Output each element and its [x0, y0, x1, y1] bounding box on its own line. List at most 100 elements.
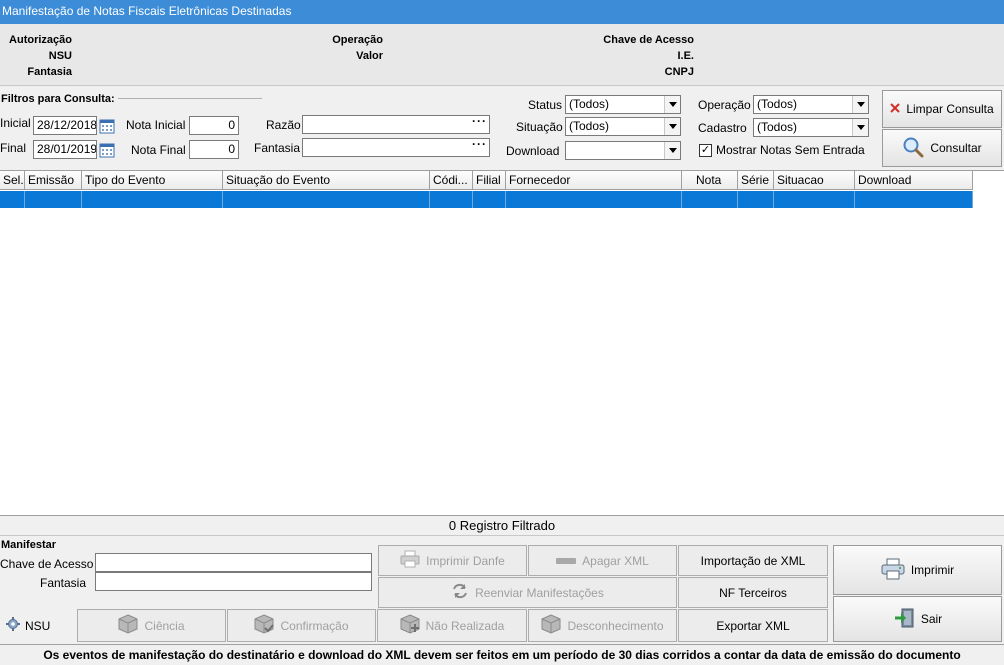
column-header-codigo[interactable]: Códi... [430, 171, 473, 190]
apagar-xml-button[interactable]: Apagar XML [528, 545, 677, 576]
column-header-filial[interactable]: Filial [473, 171, 506, 190]
table-cell[interactable] [473, 191, 506, 208]
table-cell[interactable] [774, 191, 855, 208]
column-header-situacao-evento[interactable]: Situação do Evento [223, 171, 430, 190]
chevron-down-icon[interactable] [664, 96, 680, 113]
nao-realizada-button[interactable]: Não Realizada [377, 609, 527, 642]
inicial-date-input[interactable]: 28/12/2018 [33, 116, 97, 135]
cadastro-select[interactable]: (Todos) [753, 118, 869, 137]
table-cell[interactable] [738, 191, 774, 208]
imprimir-danfe-button[interactable]: Imprimir Danfe [378, 545, 527, 576]
grid-header: Sel. Emissão Tipo do Evento Situação do … [0, 171, 973, 190]
cnpj-label: CNPJ [664, 66, 694, 78]
situacao-select[interactable]: (Todos) [565, 117, 681, 136]
exportar-xml-label: Exportar XML [716, 618, 790, 633]
manifestar-fantasia-input[interactable] [95, 572, 372, 591]
status-label: Status [528, 98, 563, 112]
filters-title: Filtros para Consulta: [1, 93, 115, 105]
nota-final-label: Nota Final [131, 143, 186, 157]
column-header-fornecedor[interactable]: Fornecedor [506, 171, 682, 190]
package-icon [118, 614, 138, 637]
consultar-button[interactable]: Consultar [882, 129, 1002, 167]
nf-terceiros-button[interactable]: NF Terceiros [678, 577, 828, 608]
reenviar-manifestacoes-button[interactable]: Reenviar Manifestações [378, 577, 677, 608]
chevron-down-icon[interactable] [664, 118, 680, 135]
razao-lookup-button[interactable]: ··· [472, 116, 487, 130]
nf-terceiros-label: NF Terceiros [719, 585, 787, 600]
column-header-nota[interactable]: Nota [682, 171, 738, 190]
download-select[interactable] [565, 141, 681, 160]
exportar-xml-button[interactable]: Exportar XML [678, 609, 828, 642]
final-date-input[interactable]: 28/01/2019 [33, 140, 97, 159]
table-cell[interactable] [430, 191, 473, 208]
fantasia-lookup-button[interactable]: ··· [472, 139, 487, 153]
imprimir-label: Imprimir [910, 563, 955, 577]
exit-icon [893, 607, 915, 632]
imprimir-danfe-label: Imprimir Danfe [426, 553, 505, 568]
confirmacao-button[interactable]: Confirmação [227, 609, 376, 642]
gear-icon [6, 617, 20, 634]
final-label: Final [0, 141, 27, 155]
table-cell[interactable] [25, 191, 82, 208]
manifestar-title: Manifestar [1, 539, 57, 551]
razao-input[interactable]: ··· [302, 115, 490, 134]
status-select[interactable]: (Todos) [565, 95, 681, 114]
ciencia-label: Ciência [144, 618, 185, 633]
table-cell[interactable] [82, 191, 223, 208]
apagar-xml-label: Apagar XML [582, 553, 649, 568]
chave-acesso-info-label: Chave de Acesso [603, 34, 694, 46]
cadastro-label: Cadastro [698, 121, 747, 135]
nota-inicial-label: Nota Inicial [126, 118, 186, 132]
chevron-down-icon[interactable] [852, 96, 868, 113]
table-cell[interactable] [855, 191, 973, 208]
delete-icon [556, 554, 577, 568]
window-title: Manifestação de Notas Fiscais Eletrônica… [2, 4, 292, 18]
nsu-option[interactable]: NSU [6, 617, 50, 634]
inicial-label: Inicial [0, 116, 31, 130]
operacao-select[interactable]: (Todos) [753, 95, 869, 114]
printer-icon [400, 550, 420, 571]
table-cell[interactable] [0, 191, 25, 208]
calendar-icon[interactable] [98, 140, 116, 159]
razao-label: Razão [266, 118, 301, 132]
fantasia-input[interactable]: ··· [302, 138, 490, 157]
filters-divider [118, 98, 262, 99]
calendar-icon[interactable] [98, 116, 116, 135]
limpar-consulta-button[interactable]: Limpar Consulta [882, 90, 1002, 128]
nota-inicial-input[interactable]: 0 [189, 116, 239, 135]
desconhecimento-button[interactable]: Desconhecimento [528, 609, 677, 642]
column-header-sel[interactable]: Sel. [0, 171, 25, 190]
table-row[interactable] [0, 191, 973, 208]
valor-label: Valor [356, 50, 383, 62]
info-panel: Autorização NSU Fantasia Operação Valor … [0, 24, 1004, 86]
consultar-label: Consultar [930, 141, 982, 155]
manifestar-chave-label: Chave de Acesso [0, 557, 94, 571]
record-count: 0 Registro Filtrado [448, 518, 556, 533]
column-header-tipo-evento[interactable]: Tipo do Evento [82, 171, 223, 190]
sair-button[interactable]: Sair [833, 596, 1002, 642]
column-header-situacao[interactable]: Situacao [774, 171, 855, 190]
table-cell[interactable] [223, 191, 430, 208]
table-cell[interactable] [506, 191, 682, 208]
column-header-download[interactable]: Download [855, 171, 973, 190]
manifestar-chave-input[interactable] [95, 553, 372, 572]
ciencia-button[interactable]: Ciência [77, 609, 226, 642]
package-question-icon [541, 614, 561, 637]
chevron-down-icon[interactable] [664, 142, 680, 159]
table-cell[interactable] [682, 191, 738, 208]
mostrar-notas-checkbox[interactable]: ✓ [699, 144, 712, 157]
manifestar-fantasia-label: Fantasia [40, 576, 87, 590]
situacao-label: Situação [516, 120, 563, 134]
importacao-xml-button[interactable]: Importação de XML [678, 545, 828, 576]
nota-final-input[interactable]: 0 [189, 140, 239, 159]
column-header-emissao[interactable]: Emissão [25, 171, 82, 190]
package-check-icon [254, 614, 275, 637]
chevron-down-icon[interactable] [852, 119, 868, 136]
column-header-serie[interactable]: Série [738, 171, 774, 190]
imprimir-button[interactable]: Imprimir [833, 545, 1002, 595]
desconhecimento-label: Desconhecimento [567, 618, 664, 633]
nsu-option-label: NSU [25, 618, 51, 633]
nsu-label: NSU [48, 50, 72, 62]
events-grid[interactable]: Sel. Emissão Tipo do Evento Situação do … [0, 170, 1004, 516]
section-divider [0, 535, 1004, 536]
